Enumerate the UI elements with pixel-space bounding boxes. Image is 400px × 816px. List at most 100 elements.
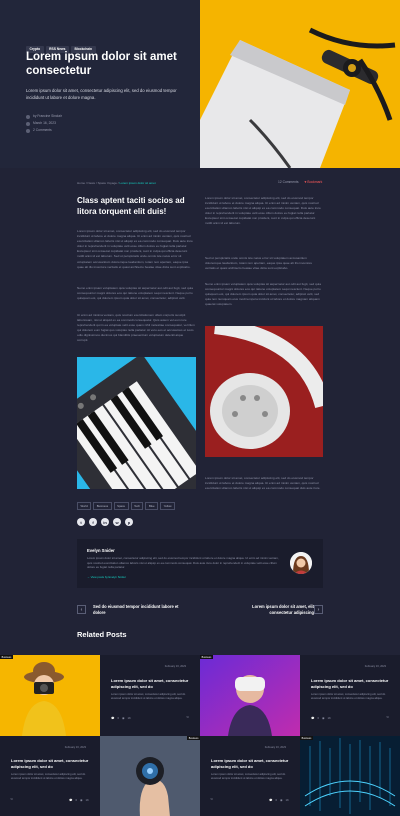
tag-link[interactable]: World <box>77 502 92 510</box>
category-badge[interactable]: Business <box>0 655 13 660</box>
related-card-image[interactable]: Business <box>200 655 300 736</box>
facebook-icon[interactable]: f <box>89 518 97 526</box>
related-posts-heading: Related Posts <box>77 630 127 639</box>
next-post-title[interactable]: Lorem ipsum dolor sit amet, elit consect… <box>228 604 314 615</box>
twitter-icon[interactable]: t <box>77 518 85 526</box>
card-excerpt: Lorem ipsum dolor sit amet, consectetur … <box>111 693 186 701</box>
tag-link[interactable]: Blue <box>145 502 159 510</box>
related-card: February 16, 2023 Lorem ipsum dolor sit … <box>0 736 100 816</box>
bookmark-button[interactable]: ♥ Bookmark <box>305 180 323 184</box>
article-paragraph: Lorem ipsum dolor sit amet, consectetur … <box>77 229 193 269</box>
related-card: February 16, 2023 Lorem ipsum dolor sit … <box>300 655 400 736</box>
card-views: 1K <box>285 798 289 802</box>
article-paragraph: Nemo enim ipsam voluptatem quia voluptas… <box>205 282 321 307</box>
tag-link[interactable]: Business <box>93 502 112 510</box>
card-comments: 0 <box>317 716 320 720</box>
card-date: February 16, 2023 <box>164 665 186 668</box>
hero-image-drone <box>200 0 400 168</box>
breadcrumb-item[interactable]: Space Voyage <box>98 181 117 185</box>
card-excerpt: Lorem ipsum dolor sit amet, consectetur … <box>11 773 86 781</box>
breadcrumb: Home / News / Space Voyage / Lorem ipsum… <box>77 181 156 185</box>
hero-author[interactable]: by Francine Sinclair <box>33 113 62 120</box>
article-image-keyboard <box>77 357 196 489</box>
comment-icon: 💬 <box>69 798 73 802</box>
chevron-right-icon: › <box>317 606 320 613</box>
eye-icon: ◉ <box>122 716 125 720</box>
drone-illustration <box>200 27 396 168</box>
eye-icon: ◉ <box>280 798 283 802</box>
card-title[interactable]: Lorem ipsum dolor sit amet, consectetur … <box>211 758 293 769</box>
related-card-image[interactable]: Business <box>300 736 400 816</box>
social-share: t f in w p <box>77 518 133 526</box>
article-actions: 12 Comments ♥ Bookmark <box>278 180 322 184</box>
author-name[interactable]: Evelyn Snider <box>87 548 115 553</box>
whatsapp-icon[interactable]: w <box>113 518 121 526</box>
linkedin-icon[interactable]: in <box>101 518 109 526</box>
article-paragraph: Nemo enim ipsam voluptatem quia voluptas… <box>77 286 193 301</box>
photographer-illustration <box>0 655 100 736</box>
prev-post-title[interactable]: Sed do eiusmod tempor incididunt labore … <box>93 604 179 615</box>
article-paragraph: Lorem ipsum dolor sit amet, consectetur … <box>205 196 321 226</box>
comment-icon: 💬 <box>311 716 315 720</box>
card-comments: 0 <box>75 798 78 802</box>
share-icon[interactable]: ⋖ <box>386 715 389 719</box>
category-badge[interactable]: Business <box>300 736 313 741</box>
card-excerpt: Lorem ipsum dolor sit amet, consectetur … <box>311 693 386 701</box>
category-badge[interactable]: Business <box>200 655 213 660</box>
card-comments: 0 <box>117 716 120 720</box>
breadcrumb-item[interactable]: News <box>88 181 96 185</box>
card-date: February 16, 2023 <box>264 746 286 749</box>
comments-link[interactable]: 12 Comments <box>278 180 299 184</box>
related-card-image[interactable]: Business <box>0 655 100 736</box>
card-date: February 16, 2023 <box>364 665 386 668</box>
tag-link[interactable]: Tech <box>130 502 144 510</box>
related-card: February 16, 2023 Lorem ipsum dolor sit … <box>200 736 300 816</box>
avatar-illustration <box>290 552 312 574</box>
card-title[interactable]: Lorem ipsum dolor sit amet, consectetur … <box>11 758 93 769</box>
article-paragraph: Ut enim ad minima veniam, quis nostrum e… <box>77 313 195 343</box>
pinterest-icon[interactable]: p <box>125 518 133 526</box>
eye-icon: ◉ <box>322 716 325 720</box>
headphones-illustration <box>205 326 323 457</box>
eye-icon: ◉ <box>80 798 83 802</box>
hero-text-panel: Crypto RSS News Blockchain Lorem ipsum dol… <box>0 0 200 168</box>
hero-description: Lorem ipsum dolor sit amet, consectetur … <box>26 88 177 100</box>
author-posts-link[interactable]: → View posts by Evelyn Snider <box>87 575 126 579</box>
tag-link[interactable]: Space <box>113 502 129 510</box>
author-box: Evelyn Snider Lorem ipsum dolor sit amet… <box>77 539 323 588</box>
hero-date: March 16, 2023 <box>33 121 56 125</box>
next-post-button[interactable]: › <box>314 605 323 614</box>
card-excerpt: Lorem ipsum dolor sit amet, consectetur … <box>211 773 286 781</box>
keyboard-illustration <box>77 357 196 489</box>
share-icon[interactable]: ⋖ <box>210 797 213 801</box>
card-stats: 💬 0 ◉ 1K <box>311 716 331 720</box>
bookmark-label: Bookmark <box>307 180 323 184</box>
share-icon[interactable]: ⋖ <box>10 797 13 801</box>
hero-comments[interactable]: 2 Comments <box>33 127 52 134</box>
breadcrumb-current: Lorem ipsum dolor sit amet <box>119 181 156 185</box>
calendar-icon <box>26 121 30 126</box>
hero-section: Crypto RSS News Blockchain Lorem ipsum dol… <box>0 0 400 168</box>
card-views: 1K <box>127 716 131 720</box>
tag-link[interactable]: Yellow <box>160 502 176 510</box>
card-date: February 16, 2023 <box>64 746 86 749</box>
card-title[interactable]: Lorem ipsum dolor sit amet, consectetur … <box>311 678 393 689</box>
article-paragraph: Lorem ipsum dolor sit amet, consectetur … <box>205 476 321 491</box>
article-title: Class aptent taciti socios ad litora tor… <box>77 196 185 216</box>
related-card: February 16, 2023 Lorem ipsum dolor sit … <box>100 655 200 736</box>
card-stats: 💬 0 ◉ 1K <box>69 798 89 802</box>
card-title[interactable]: Lorem ipsum dolor sit amet, consectetur … <box>111 678 193 689</box>
hero-meta: by Francine Sinclair March 16, 2023 2 Co… <box>26 113 62 134</box>
share-icon[interactable]: ⋖ <box>186 715 189 719</box>
avatar <box>290 552 312 574</box>
author-avatar-icon <box>26 114 30 119</box>
vr-headset-illustration <box>200 655 300 736</box>
comment-icon: 💬 <box>111 716 115 720</box>
prev-post-button[interactable]: ‹ <box>77 605 86 614</box>
author-bio: Lorem ipsum dolor sit amet, consectetur … <box>87 556 279 570</box>
breadcrumb-item[interactable]: Home <box>77 181 85 185</box>
related-card-image[interactable]: Business <box>100 736 200 816</box>
hero-title: Lorem ipsum dolor sit amet consectetur <box>26 51 177 77</box>
chevron-left-icon: ‹ <box>80 606 83 613</box>
category-badge[interactable]: Business <box>187 736 200 741</box>
